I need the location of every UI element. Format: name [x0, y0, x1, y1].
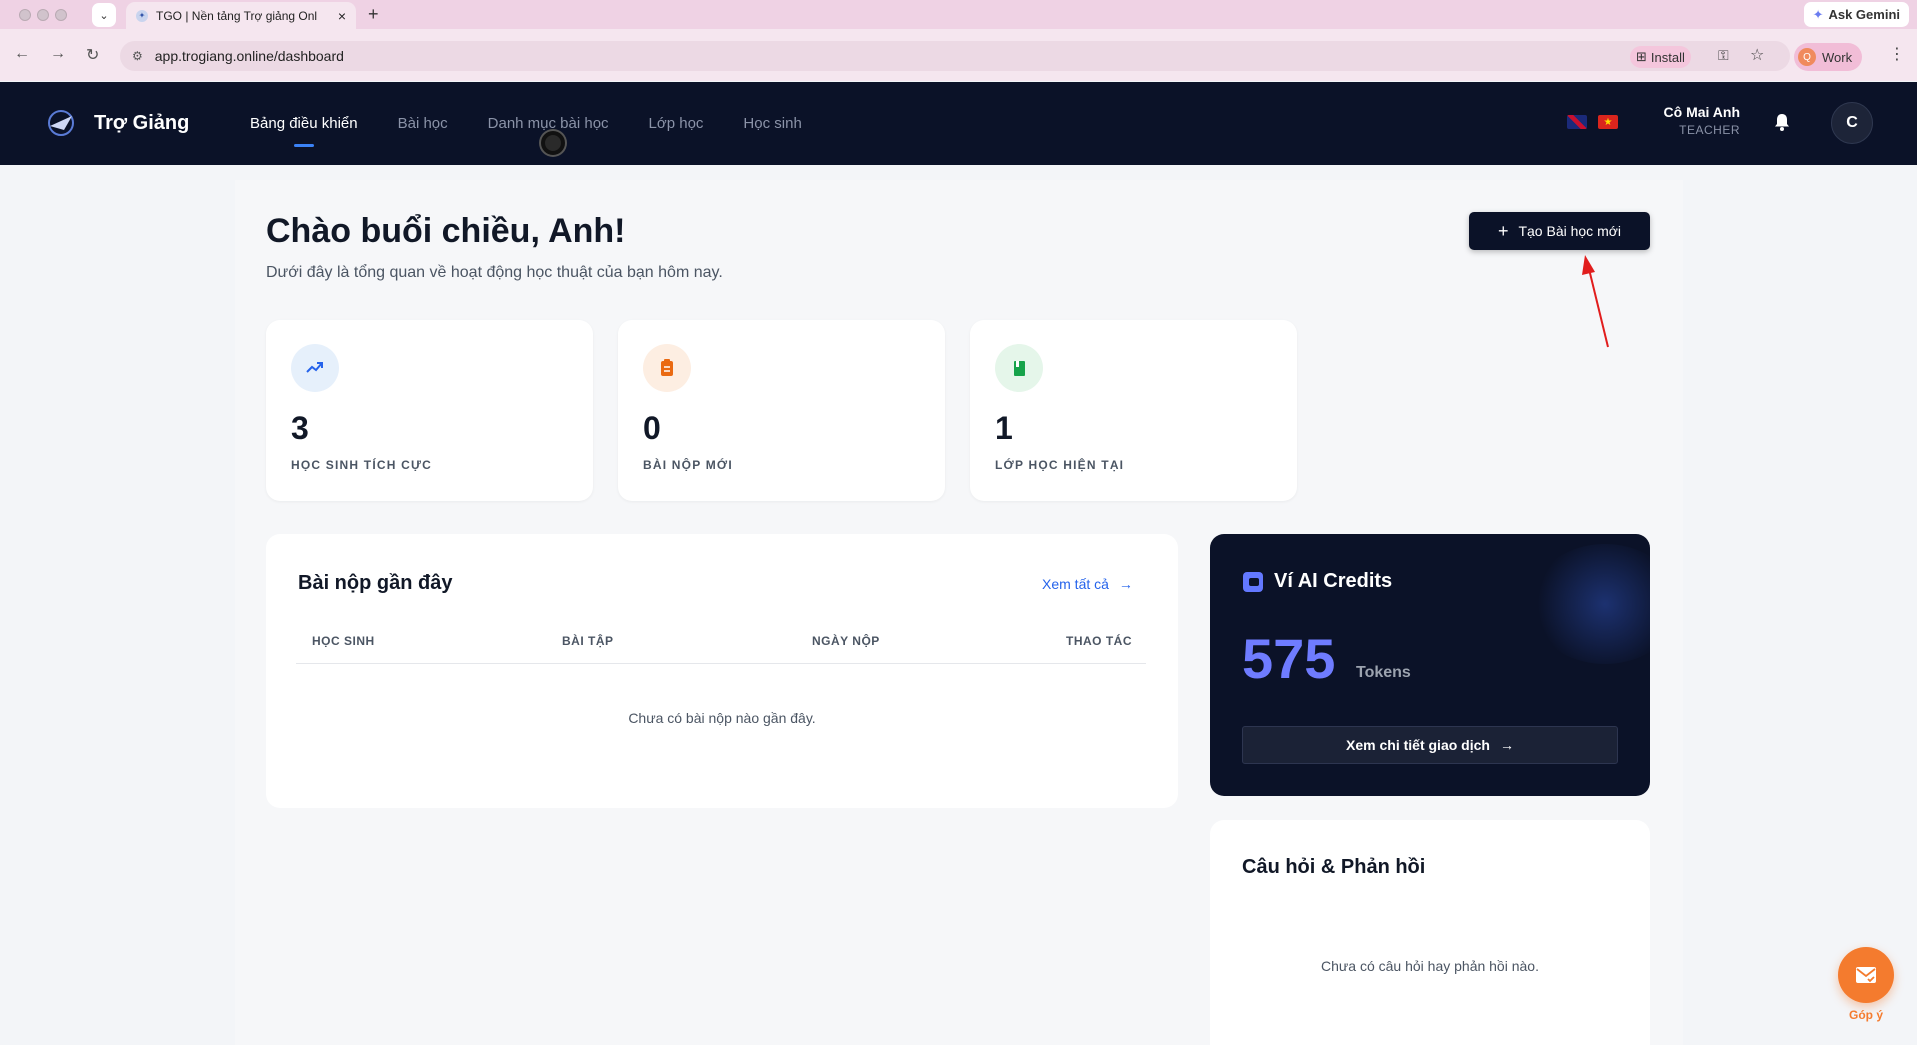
tab-favicon-icon: ✦ — [136, 9, 148, 22]
mail-check-icon — [1856, 967, 1876, 983]
book-icon — [995, 344, 1043, 392]
forward-arrow-icon[interactable]: → — [50, 45, 66, 63]
tab-title: TGO | Nền tảng Trợ giảng Onl — [156, 8, 318, 23]
new-tab-icon[interactable]: + — [368, 4, 379, 25]
ask-gemini-button[interactable]: ✦ Ask Gemini — [1803, 2, 1909, 27]
tab-close-icon[interactable]: × — [338, 8, 346, 24]
english-flag-icon[interactable] — [1567, 115, 1587, 129]
main-nav: Bảng điều khiển Bài học Danh mục bài học… — [250, 82, 802, 165]
nav-classes[interactable]: Lớp học — [649, 82, 704, 165]
ask-gemini-label: Ask Gemini — [1828, 7, 1900, 22]
gemini-sparkle-icon: ✦ — [1812, 6, 1824, 22]
brand[interactable]: Trợ Giảng — [44, 106, 189, 140]
stat-label: BÀI NỘP MỚI — [643, 458, 733, 472]
clipboard-icon — [643, 344, 691, 392]
empty-questions-message: Chưa có câu hỏi hay phản hồi nào. — [1321, 958, 1539, 974]
recent-submissions-title: Bài nộp gần đây — [298, 572, 453, 594]
profile-chip[interactable]: Q Work — [1794, 43, 1863, 71]
create-lesson-button[interactable]: + Tạo Bài học mới — [1469, 212, 1650, 250]
notification-bell-icon[interactable] — [1772, 112, 1792, 132]
install-label: Install — [1650, 49, 1685, 65]
plus-icon: + — [1497, 221, 1509, 241]
browser-toolbar: ← → ↻ ⚙ app.trogiang.online/dashboard ⊞ … — [0, 29, 1917, 81]
reload-icon[interactable]: ↻ — [86, 45, 99, 65]
stat-label: LỚP HỌC HIỆN TẠI — [995, 458, 1125, 472]
profile-avatar: Q — [1798, 48, 1816, 66]
stat-label: HỌC SINH TÍCH CỰC — [291, 458, 433, 472]
page-title: Chào buổi chiều, Anh! — [266, 212, 626, 250]
arrow-right-icon: → — [1499, 737, 1514, 753]
password-key-icon[interactable]: ⚿ — [1718, 47, 1729, 64]
profile-label: Work — [1822, 49, 1853, 65]
user-role: TEACHER — [1679, 123, 1740, 137]
nav-dashboard[interactable]: Bảng điều khiển — [250, 82, 358, 165]
feedback-label: Góp ý — [1848, 1008, 1883, 1022]
see-all-label: Xem tất cả — [1042, 576, 1109, 592]
column-header-student[interactable]: HỌC SINH — [312, 634, 375, 648]
user-name: Cô Mai Anh — [1663, 104, 1740, 120]
nav-lessons[interactable]: Bài học — [398, 82, 448, 165]
questions-feedback-card: Câu hỏi & Phản hồi Chưa có câu hỏi hay p… — [1210, 820, 1650, 1045]
app-header: Trợ Giảng Bảng điều khiển Bài học Danh m… — [0, 82, 1917, 165]
column-header-assignment[interactable]: BÀI TẬP — [562, 634, 614, 648]
brand-logo-icon — [48, 110, 74, 136]
questions-feedback-title: Câu hỏi & Phản hồi — [1242, 856, 1426, 878]
back-arrow-icon[interactable]: ← — [14, 45, 30, 63]
trending-up-icon — [291, 344, 339, 392]
stat-card-new-submissions: 0 BÀI NỘP MỚI — [618, 320, 945, 501]
address-bar[interactable]: ⚙ app.trogiang.online/dashboard — [120, 41, 1790, 71]
view-transactions-button[interactable]: Xem chi tiết giao dịch → — [1242, 726, 1618, 764]
stat-value: 1 — [995, 410, 1013, 446]
ai-credits-wallet-card: Ví AI Credits 575 Tokens Xem chi tiết gi… — [1210, 534, 1650, 796]
install-app-button[interactable]: ⊞ Install — [1630, 46, 1691, 68]
brand-name: Trợ Giảng — [94, 111, 190, 134]
bookmark-star-icon[interactable]: ☆ — [1750, 45, 1764, 65]
stat-value: 0 — [643, 410, 661, 446]
feedback-button[interactable] — [1838, 947, 1894, 1003]
view-transactions-label: Xem chi tiết giao dịch — [1346, 737, 1490, 753]
mouse-cursor-indicator — [541, 131, 565, 155]
stat-value: 3 — [291, 410, 309, 446]
stat-card-active-students: 3 HỌC SINH TÍCH CỰC — [266, 320, 593, 501]
page-subtitle: Dưới đây là tổng quan về hoạt động học t… — [266, 264, 723, 281]
submissions-table-header: HỌC SINH BÀI TẬP NGÀY NỘP THAO TÁC — [296, 634, 1146, 664]
user-avatar[interactable]: C — [1831, 102, 1873, 144]
browser-tab-bar: ⌄ ✦ TGO | Nền tảng Trợ giảng Onl × + ✦ A… — [0, 0, 1917, 29]
decorative-glow — [1530, 544, 1650, 664]
browser-tab[interactable]: ✦ TGO | Nền tảng Trợ giảng Onl × — [126, 2, 356, 29]
empty-submissions-message: Chưa có bài nộp nào gần đây. — [628, 710, 816, 726]
install-icon: ⊞ — [1636, 49, 1647, 64]
vietnam-flag-icon[interactable]: ★ — [1598, 115, 1618, 129]
site-settings-icon[interactable]: ⚙ — [132, 49, 143, 63]
credit-unit: Tokens — [1356, 664, 1411, 681]
arrow-right-icon: → — [1118, 576, 1133, 592]
nav-students[interactable]: Học sinh — [743, 82, 801, 165]
column-header-actions[interactable]: THAO TÁC — [1066, 634, 1132, 648]
wallet-title: Ví AI Credits — [1274, 570, 1393, 592]
create-lesson-label: Tạo Bài học mới — [1518, 223, 1622, 239]
window-zoom-dot[interactable] — [55, 9, 67, 21]
window-minimize-dot[interactable] — [37, 9, 49, 21]
column-header-date[interactable]: NGÀY NỘP — [812, 634, 880, 648]
user-info[interactable]: Cô Mai Anh TEACHER — [1660, 104, 1740, 137]
see-all-link[interactable]: Xem tất cả → — [1042, 576, 1133, 592]
window-close-dot[interactable] — [19, 9, 31, 21]
stat-card-current-classes: 1 LỚP HỌC HIỆN TẠI — [970, 320, 1297, 501]
browser-menu-icon[interactable]: ⋮ — [1889, 44, 1905, 64]
recent-submissions-card: Bài nộp gần đây Xem tất cả → HỌC SINH BÀ… — [266, 534, 1178, 808]
annotation-arrow — [1582, 255, 1609, 348]
credit-amount: 575 — [1242, 627, 1336, 690]
tab-list-chevron-icon[interactable]: ⌄ — [92, 3, 116, 27]
url-text: app.trogiang.online/dashboard — [154, 48, 344, 64]
wallet-icon — [1243, 572, 1263, 592]
